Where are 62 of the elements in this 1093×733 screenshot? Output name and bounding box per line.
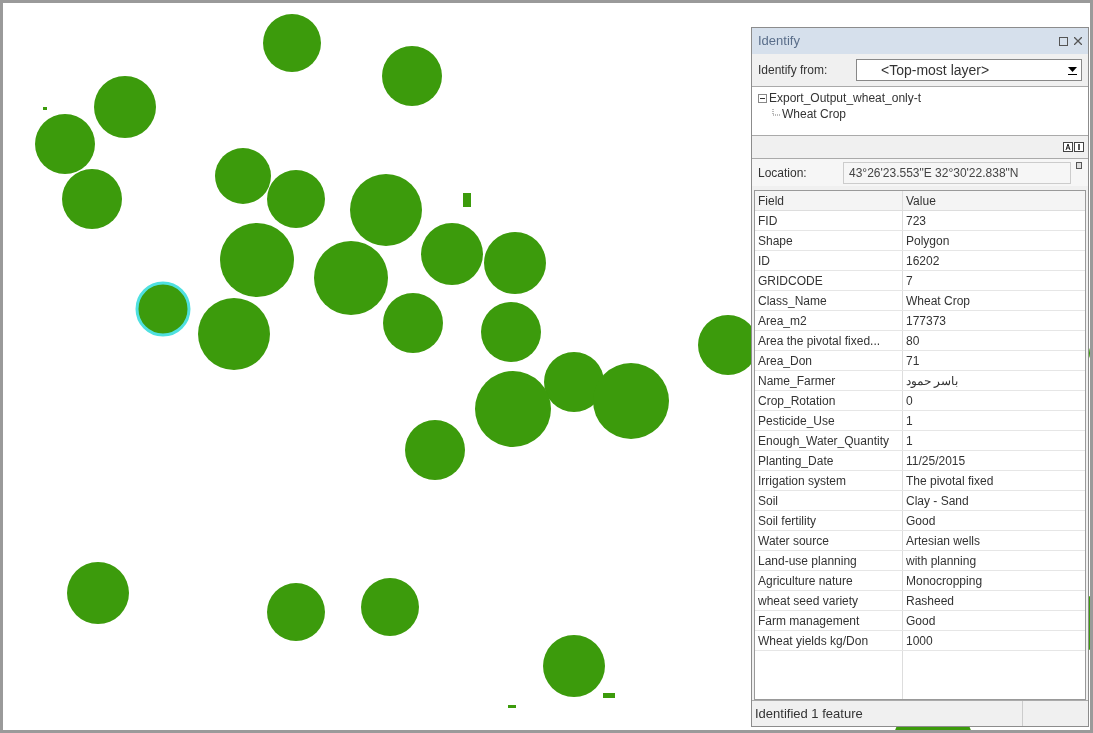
column-header: Value <box>905 192 937 210</box>
table-cell-text: Rasheed <box>905 592 956 610</box>
table-cell: ID <box>755 251 903 270</box>
table-cell-text: 16202 <box>905 252 941 270</box>
table-cell-text: 177373 <box>905 312 948 330</box>
table-cell: Pesticide_Use <box>755 411 903 430</box>
table-cell: Area_Don <box>755 351 903 370</box>
table-cell-text: with planning <box>905 552 978 570</box>
table-cell-text: The pivotal fixed <box>905 472 995 490</box>
table-cell: Area_m2 <box>755 311 903 330</box>
table-cell: wheat seed variety <box>755 591 903 610</box>
table-cell-text: 1 <box>905 412 914 430</box>
table-cell-text: Artesian wells <box>905 532 982 550</box>
window-title: Identify <box>758 32 800 51</box>
table-cell: Soil <box>755 491 903 510</box>
table-cell-text: Polygon <box>905 232 951 250</box>
table-cell-text: 723 <box>905 212 928 230</box>
table-cell: Area the pivotal fixed... <box>755 331 903 350</box>
collapse-icon[interactable] <box>758 93 767 103</box>
table-cell-text: 11/25/2015 <box>905 452 967 470</box>
table-cell-text: Clay - Sand <box>905 492 970 510</box>
table-cell: Land-use planning <box>755 551 903 570</box>
table-cell: Water source <box>755 531 903 550</box>
identify-from-label: Identify from: <box>758 62 829 79</box>
layer-dropdown[interactable]: <Top-most layer> <box>856 59 1082 81</box>
table-cell: Wheat yields kg/Don <box>755 631 903 650</box>
table-cell: GRIDCODE <box>755 271 903 290</box>
table-cell-text: 7 <box>905 272 914 290</box>
table-cell: Crop_Rotation <box>755 391 903 410</box>
table-cell-text: 1 <box>905 432 914 450</box>
table-cell-text: باسر حمود <box>905 372 960 390</box>
maximize-icon[interactable] <box>1059 36 1068 46</box>
table-cell: FID <box>755 211 903 230</box>
table-cell-text: 0 <box>905 392 914 410</box>
table-cell-text: 80 <box>905 332 921 350</box>
table-cell-text: Good <box>905 512 937 530</box>
dropdown-arrow-icon[interactable] <box>1068 65 1077 75</box>
table-cell: Soil fertility <box>755 511 903 530</box>
column-header: Field <box>755 191 903 210</box>
tree-connector-icon <box>772 109 780 119</box>
table-cell: Shape <box>755 231 903 250</box>
table-cell: Irrigation system <box>755 471 903 490</box>
table-cell-text: 1000 <box>905 632 934 650</box>
table-cell: Planting_Date <box>755 451 903 470</box>
info-icon[interactable] <box>1074 142 1084 152</box>
table-cell: Class_Name <box>755 291 903 310</box>
table-cell-text: Wheat Crop <box>905 292 972 310</box>
table-cell-text: Good <box>905 612 937 630</box>
table-cell: Enough_Water_Quantity <box>755 431 903 450</box>
location-label: Location: <box>758 164 808 182</box>
tree-item[interactable]: Export_Output_wheat_only-t <box>769 89 922 107</box>
tree-item[interactable]: Wheat Crop <box>782 105 847 123</box>
table-cell: Name_Farmer <box>755 371 903 390</box>
table-cell: Farm management <box>755 611 903 630</box>
table-cell-text: 71 <box>905 352 921 370</box>
status-bar-text: Identified 1 feature <box>754 704 864 723</box>
close-icon[interactable] <box>1074 37 1082 45</box>
table-cell: Agriculture nature <box>755 571 903 590</box>
table-cell-text: Monocropping <box>905 572 984 590</box>
copy-icon[interactable] <box>1076 162 1082 169</box>
sort-alpha-icon[interactable] <box>1063 142 1073 152</box>
location-value: 43°26'23.553"E 32°30'22.838"N <box>843 161 1071 184</box>
